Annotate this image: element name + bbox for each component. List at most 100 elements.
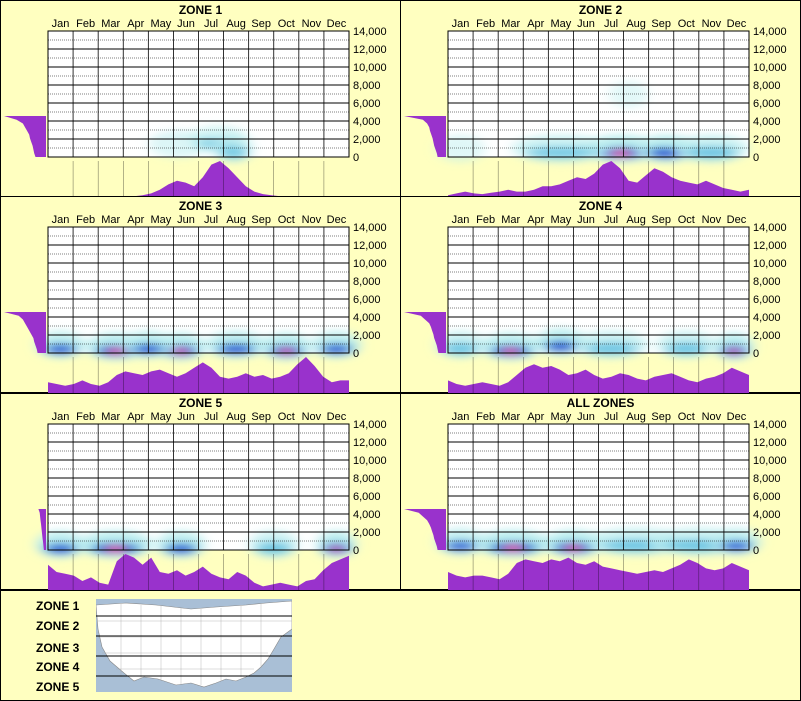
y-tick-label: 2,000 [753,527,781,539]
y-tick-label: 2,000 [753,330,781,342]
y-tick-label: 6,000 [353,98,381,110]
heat-cell [322,345,351,354]
month-label: Sep [251,411,271,423]
y-tick-label: 14,000 [353,26,387,38]
y-tick-label: 0 [753,348,759,360]
zone-4-panel: ZONE 4 Jan Feb Mar Apr May Jun Jul Aug Sep Oct Nov D… [400,196,801,393]
month-label: Jan [452,411,470,423]
month-label: Jun [177,214,195,226]
month-label: Aug [626,214,646,226]
month-label: Feb [76,411,95,423]
zone-1-panel: ZONE 1 Jan Feb Mar Apr May Jun Jul Aug Sep Oct Nov D… [0,0,401,197]
y-tick-label: 8,000 [353,473,381,485]
y-tick-label: 4,000 [753,116,781,128]
month-label: Sep [251,214,271,226]
month-label: Oct [678,214,695,226]
us-map [96,599,292,692]
y-tick-label: 2,000 [353,330,381,342]
y-tick-label: 4,000 [753,509,781,521]
month-label: Aug [626,18,646,30]
month-label: Oct [278,214,295,226]
y-tick-label: 4,000 [353,509,381,521]
heat-peak [611,150,631,157]
month-label: Aug [226,214,246,226]
y-tick-label: 12,000 [753,44,787,56]
month-label: Nov [702,411,722,423]
heat-peak [331,546,342,553]
month-label: Apr [127,18,144,30]
month-label: Aug [226,411,246,423]
y-tick-label: 10,000 [353,62,387,74]
month-label: May [150,411,171,423]
month-label: Mar [101,214,120,226]
y-tick-label: 0 [353,545,359,557]
elevation-distribution [4,116,46,157]
y-tick-label: 6,000 [753,491,781,503]
month-label: Oct [278,411,295,423]
y-tick-label: 12,000 [353,240,387,252]
y-tick-label: 6,000 [753,98,781,110]
y-tick-label: 6,000 [353,294,381,306]
heat-peak [106,546,125,553]
month-label: Jul [604,411,618,423]
y-tick-label: 12,000 [353,437,387,449]
y-tick-label: 12,000 [753,437,787,449]
heatmap-chart: Jan Feb Mar Apr May Jun Jul Aug Sep Oct Nov Dec 14,0… [404,214,787,393]
y-tick-label: 14,000 [753,26,787,38]
month-label: Jul [204,214,218,226]
elevation-distribution [404,312,446,353]
zone-1-label: ZONE 1 [36,599,80,613]
month-label: Dec [327,18,347,30]
month-label: May [150,214,171,226]
month-label: Jun [177,18,195,30]
y-tick-label: 4,000 [753,312,781,324]
month-label: Apr [527,411,544,423]
y-tick-label: 10,000 [753,258,787,270]
y-tick-label: 8,000 [353,80,381,92]
month-label: Dec [327,411,347,423]
y-tick-label: 4,000 [353,312,381,324]
y-tick-label: 0 [753,152,759,164]
month-label: Feb [476,411,495,423]
y-tick-label: 10,000 [353,455,387,467]
heatmap-chart: Jan Feb Mar Apr May Jun Jul Aug Sep Oct Nov Dec 14,0… [404,18,787,197]
elevation-distribution [404,509,446,550]
y-tick-label: 2,000 [753,134,781,146]
month-label: Jan [52,18,70,30]
zone-5-label: ZONE 5 [36,680,80,694]
y-tick-label: 12,000 [353,44,387,56]
zone-3-panel: ZONE 3 Jan Feb Mar Apr May Jun Jul Aug Sep Oct Nov D… [0,196,401,393]
month-label: Apr [127,214,144,226]
month-label: Sep [651,214,671,226]
heatmap-chart: Jan Feb Mar Apr May Jun Jul Aug Sep Oct Nov Dec 14,0… [4,411,387,590]
heat-cell [446,542,475,551]
month-label: May [550,18,571,30]
month-label: Oct [678,411,695,423]
month-label: Jun [577,18,595,30]
month-label: Jun [577,411,595,423]
y-tick-label: 8,000 [753,276,781,288]
heat-cell [166,545,195,554]
month-label: Oct [278,18,295,30]
y-tick-label: 6,000 [753,294,781,306]
y-tick-label: 8,000 [753,473,781,485]
month-label: Nov [302,18,322,30]
month-label: Oct [678,18,695,30]
month-label: Jan [52,214,70,226]
y-tick-label: 10,000 [353,258,387,270]
month-label: Mar [501,18,520,30]
y-tick-label: 10,000 [753,455,787,467]
month-label: Aug [626,411,646,423]
elevation-distribution [404,116,446,157]
y-tick-label: 14,000 [353,222,387,234]
y-tick-label: 6,000 [353,491,381,503]
y-tick-label: 2,000 [353,134,381,146]
month-label: Sep [251,18,271,30]
month-label: Mar [101,18,120,30]
month-label: Jul [204,411,218,423]
heat-cell [219,345,253,354]
elevation-distribution [4,312,46,353]
month-label: May [150,18,171,30]
month-label: Feb [76,18,95,30]
month-label: Feb [76,214,95,226]
